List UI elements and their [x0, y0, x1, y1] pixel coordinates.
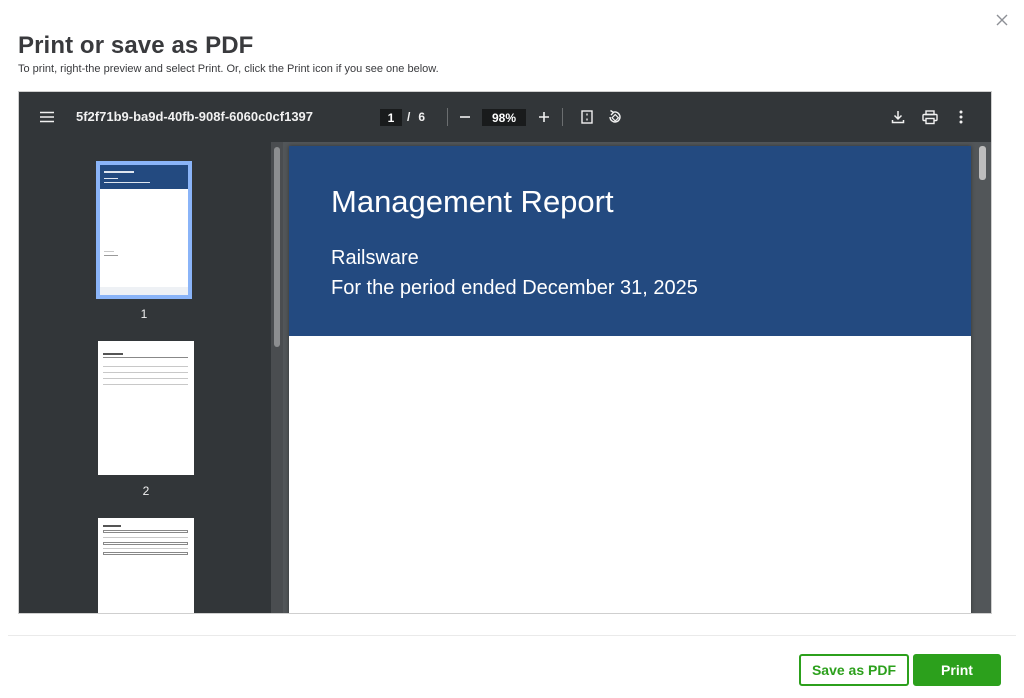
report-banner: Management Report Railsware For the peri…	[289, 146, 971, 336]
print-toolbar-button[interactable]	[919, 106, 941, 128]
thumbnail-text	[103, 378, 188, 379]
pdf-page: Management Report Railsware For the peri…	[289, 146, 971, 613]
thumbnail-page-1[interactable]	[96, 161, 192, 299]
close-button[interactable]	[992, 10, 1012, 30]
more-vertical-icon	[959, 110, 963, 124]
thumbnail-text	[103, 525, 121, 527]
toolbar-divider	[562, 108, 563, 126]
page-count: / 6	[403, 110, 443, 124]
thumbnail-text	[103, 384, 188, 385]
thumbnail-text	[103, 552, 188, 555]
thumbnail-text	[103, 542, 188, 545]
page-separator: /	[407, 110, 411, 124]
dialog-title: Print or save as PDF	[18, 32, 254, 59]
sidebar-scrollbar[interactable]	[274, 147, 280, 347]
fit-page-button[interactable]	[576, 106, 598, 128]
thumbnail-text	[103, 357, 188, 358]
menu-icon	[40, 111, 54, 123]
print-icon	[922, 109, 938, 124]
thumbnail-label: 2	[142, 484, 150, 498]
rotate-icon	[609, 109, 621, 123]
thumbnail-text	[104, 251, 114, 252]
pdf-filename: 5f2f71b9-ba9d-40fb-908f-6060c0cf1397	[76, 109, 314, 124]
page-scrollbar[interactable]	[979, 146, 986, 180]
pdf-viewer[interactable]: 5f2f71b9-ba9d-40fb-908f-6060c0cf1397 1 /…	[18, 91, 992, 614]
zoom-in-button[interactable]	[533, 106, 555, 128]
download-button[interactable]	[887, 106, 909, 128]
thumbnail-text	[103, 372, 188, 373]
thumbnail-text	[104, 171, 134, 173]
close-icon	[996, 14, 1008, 26]
thumbnail-text	[103, 530, 188, 533]
menu-button[interactable]	[37, 107, 57, 127]
rotate-button[interactable]	[604, 106, 626, 128]
footer-divider	[8, 635, 1016, 636]
toolbar-divider	[447, 108, 448, 126]
thumbnail-text	[104, 178, 118, 179]
thumbnail-text	[104, 255, 118, 256]
report-company: Railsware	[331, 247, 419, 269]
plus-icon	[539, 112, 549, 122]
download-icon	[891, 111, 905, 124]
thumbnail-text	[104, 182, 150, 183]
pdf-toolbar: 5f2f71b9-ba9d-40fb-908f-6060c0cf1397 1 /…	[19, 92, 991, 142]
thumbnail-page-2[interactable]	[98, 341, 194, 475]
thumbnail-banner	[100, 165, 188, 189]
page-view[interactable]: Management Report Railsware For the peri…	[283, 142, 991, 613]
zoom-input[interactable]: 98%	[482, 109, 526, 126]
more-actions-button[interactable]	[950, 106, 972, 128]
report-period: For the period ended December 31, 2025	[331, 277, 698, 299]
thumbnail-text	[103, 537, 188, 538]
zoom-out-button[interactable]	[454, 106, 476, 128]
fit-page-icon	[581, 110, 593, 124]
page-number-input[interactable]: 1	[380, 109, 402, 126]
thumbnail-label: 1	[140, 307, 148, 321]
thumbnail-text	[103, 353, 123, 355]
report-title: Management Report	[331, 184, 614, 219]
save-as-pdf-button[interactable]: Save as PDF	[799, 654, 909, 686]
thumbnail-sidebar[interactable]: 1 2	[19, 142, 271, 613]
total-pages: 6	[418, 110, 426, 124]
print-button[interactable]: Print	[913, 654, 1001, 686]
thumbnail-footer	[100, 287, 188, 295]
thumbnail-text	[103, 366, 188, 367]
minus-icon	[460, 116, 470, 118]
thumbnail-text	[103, 548, 188, 549]
dialog-subtitle: To print, right-the preview and select P…	[18, 63, 439, 75]
thumbnail-page-3[interactable]	[98, 518, 194, 613]
